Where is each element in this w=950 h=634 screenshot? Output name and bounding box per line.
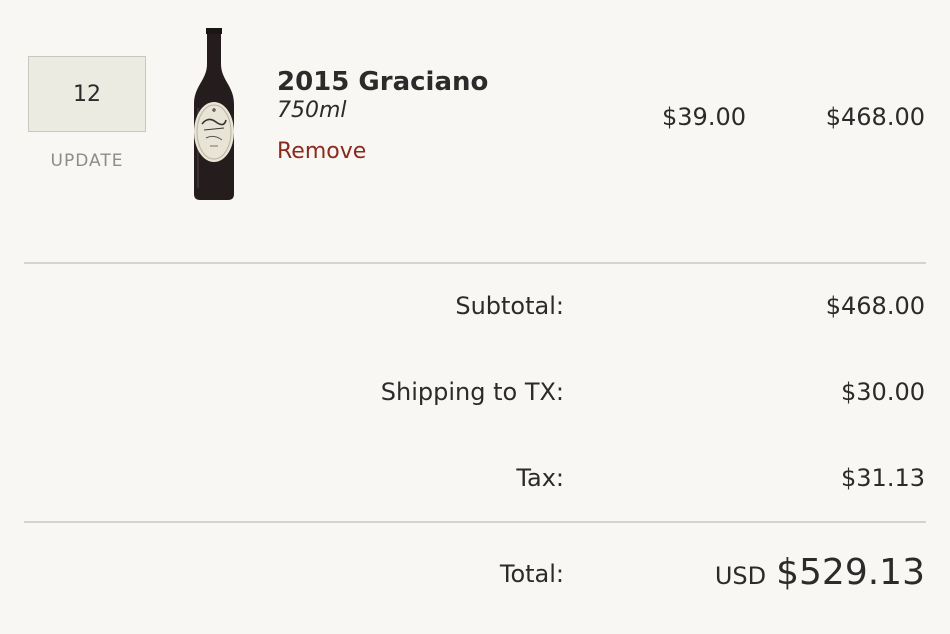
- divider: [24, 521, 926, 523]
- update-button[interactable]: UPDATE: [28, 151, 146, 171]
- unit-price: $39.00: [662, 103, 746, 131]
- subtotal-label: Subtotal:: [455, 292, 564, 320]
- line-total: $468.00: [825, 103, 925, 131]
- total-label: Total:: [499, 560, 564, 588]
- product-name[interactable]: 2015 Graciano: [277, 67, 488, 97]
- wine-bottle-image: [194, 28, 234, 200]
- product-size: 750ml: [277, 98, 347, 123]
- quantity-value[interactable]: 12: [73, 82, 101, 107]
- divider: [24, 262, 926, 264]
- subtotal-value: $468.00: [825, 292, 925, 320]
- tax-label: Tax:: [516, 464, 564, 492]
- shipping-label: Shipping to TX:: [380, 378, 564, 406]
- shipping-value: $30.00: [841, 378, 925, 406]
- currency-code: USD: [714, 562, 767, 590]
- total-amount: $529.13: [776, 552, 925, 593]
- quantity-input[interactable]: 12: [28, 56, 146, 132]
- total-value: USD $529.13: [715, 552, 925, 593]
- remove-button[interactable]: Remove: [277, 139, 366, 164]
- tax-value: $31.13: [841, 464, 925, 492]
